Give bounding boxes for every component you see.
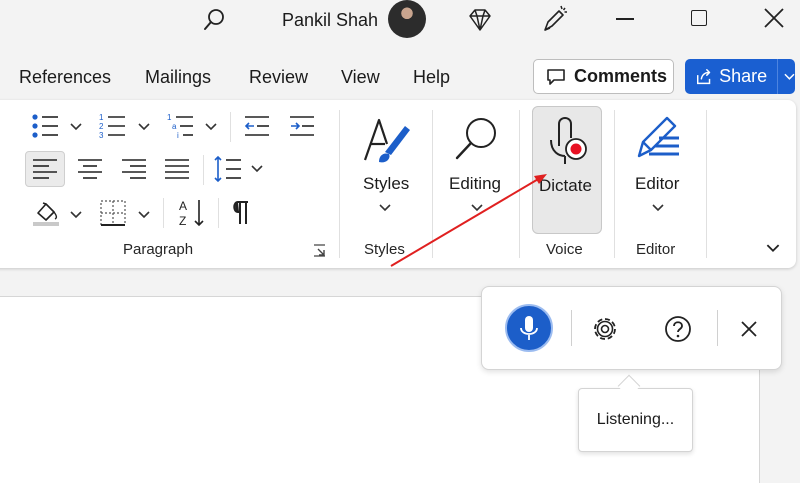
tab-references[interactable]: References	[19, 58, 111, 96]
share-label: Share	[719, 66, 768, 86]
search-icon[interactable]	[200, 6, 228, 34]
ribbon-collapse-chevron-icon[interactable]	[766, 244, 780, 253]
listening-status: Listening...	[596, 411, 675, 428]
divider	[163, 198, 164, 228]
editing-label[interactable]: Editing	[449, 174, 501, 194]
pen-sparkle-icon[interactable]	[540, 4, 568, 34]
chevron-down-icon[interactable]	[70, 123, 82, 131]
chevron-down-icon[interactable]	[70, 211, 82, 219]
svg-text:3: 3	[99, 131, 104, 140]
diamond-icon[interactable]	[466, 6, 494, 34]
align-center-icon[interactable]	[76, 157, 104, 181]
numbering-icon[interactable]: 1 2 3	[98, 112, 130, 140]
divider	[571, 310, 572, 346]
microphone-button[interactable]	[505, 304, 553, 352]
chevron-down-icon[interactable]	[379, 204, 391, 212]
tab-review[interactable]: Review	[249, 58, 308, 96]
chevron-down-icon[interactable]	[138, 123, 150, 131]
chevron-down-icon[interactable]	[138, 211, 150, 219]
comment-icon	[547, 68, 565, 85]
group-label-editor: Editor	[636, 241, 676, 258]
comments-button[interactable]: Comments	[533, 59, 674, 94]
divider	[706, 110, 707, 258]
divider	[230, 112, 231, 142]
shading-icon[interactable]	[31, 199, 61, 227]
show-formatting-icon[interactable]	[230, 200, 254, 226]
multilevel-list-icon[interactable]: 1 a i	[166, 112, 198, 140]
bullets-icon[interactable]	[30, 112, 62, 140]
minimize-button[interactable]	[616, 18, 634, 20]
share-button[interactable]: Share	[685, 59, 795, 94]
svg-text:Z: Z	[179, 214, 186, 228]
styles-label[interactable]: Styles	[363, 174, 409, 194]
divider	[614, 110, 615, 258]
divider	[218, 198, 219, 228]
decrease-indent-icon[interactable]	[243, 114, 271, 138]
share-icon	[696, 68, 711, 84]
svg-text:i: i	[177, 131, 179, 140]
maximize-button[interactable]	[691, 10, 707, 26]
group-label-paragraph: Paragraph	[123, 241, 194, 258]
comments-label: Comments	[574, 66, 668, 86]
tab-mailings[interactable]: Mailings	[145, 58, 211, 96]
line-spacing-icon[interactable]	[213, 154, 243, 184]
gear-icon[interactable]	[590, 314, 620, 344]
close-window-button[interactable]	[762, 6, 786, 30]
dialog-launcher-icon[interactable]	[313, 244, 327, 258]
help-icon[interactable]	[663, 314, 693, 344]
share-divider	[777, 59, 779, 94]
listening-tooltip: Listening...	[578, 388, 693, 452]
editor-label[interactable]: Editor	[635, 174, 679, 194]
chevron-down-icon[interactable]	[205, 123, 217, 131]
group-label-styles: Styles	[364, 241, 405, 258]
chevron-down-icon[interactable]	[471, 204, 483, 212]
divider	[339, 110, 340, 258]
svg-text:a: a	[172, 122, 177, 131]
chevron-down-icon[interactable]	[251, 165, 263, 173]
dictate-mic-icon	[550, 117, 587, 164]
divider	[519, 110, 520, 258]
borders-icon[interactable]	[99, 199, 127, 227]
divider	[203, 155, 204, 185]
svg-text:A: A	[179, 199, 187, 213]
dictate-label: Dictate	[539, 176, 592, 195]
user-name[interactable]: Pankil Shah	[282, 10, 378, 31]
chevron-down-icon[interactable]	[784, 73, 795, 81]
chevron-down-icon[interactable]	[652, 204, 664, 212]
svg-text:2: 2	[99, 122, 104, 131]
styles-icon[interactable]	[361, 114, 413, 166]
increase-indent-icon[interactable]	[288, 114, 316, 138]
tab-view[interactable]: View	[341, 58, 380, 96]
align-right-icon[interactable]	[120, 157, 148, 181]
align-left-icon[interactable]	[31, 157, 59, 181]
tab-help[interactable]: Help	[413, 58, 450, 96]
avatar[interactable]	[388, 0, 426, 38]
divider	[717, 310, 718, 346]
svg-text:1: 1	[99, 113, 104, 122]
magnifier-icon[interactable]	[451, 114, 503, 166]
group-label-voice: Voice	[546, 241, 583, 258]
justify-icon[interactable]	[163, 157, 191, 181]
divider	[432, 110, 433, 258]
microphone-icon	[520, 316, 538, 340]
svg-text:1: 1	[167, 113, 172, 122]
sort-icon[interactable]: A Z	[177, 198, 209, 228]
close-icon[interactable]	[740, 320, 758, 338]
title-bar: Pankil Shah	[0, 0, 800, 40]
editor-pen-icon[interactable]	[631, 112, 683, 166]
